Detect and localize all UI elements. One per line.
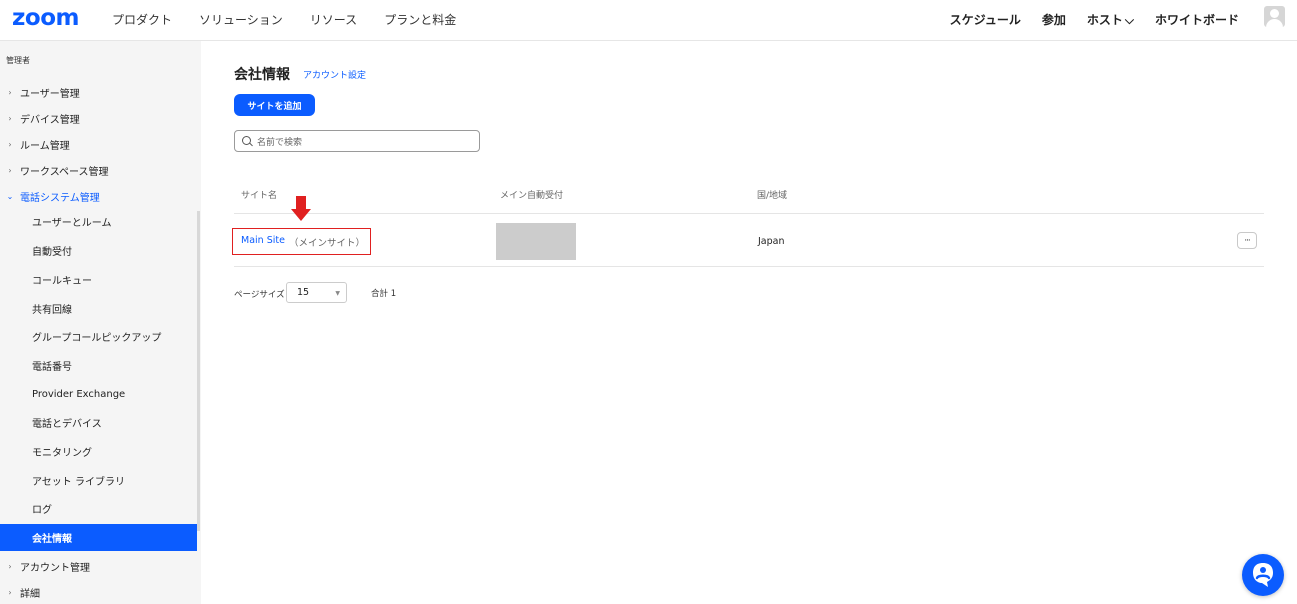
sidebar-heading: 管理者 — [6, 56, 30, 65]
page-size-value: 15 — [297, 287, 310, 298]
chat-support-button[interactable] — [1242, 554, 1284, 596]
sidebar-sub-auto-receptionist[interactable]: 自動受付 — [0, 237, 197, 264]
secondary-nav: スケジュール 参加 ホスト ⌵ ホワイトボード — [950, 11, 1239, 28]
nav-join[interactable]: 参加 — [1042, 11, 1066, 28]
sidebar-scrollbar[interactable] — [197, 211, 200, 531]
chevron-down-icon: ⌄ — [6, 191, 14, 201]
chevron-right-icon: › — [8, 87, 12, 97]
chevron-right-icon: › — [8, 587, 12, 597]
sidebar-sub-group-call-pickup[interactable]: グループコールピックアップ — [0, 323, 197, 350]
primary-nav: プロダクト ソリューション リソース プランと料金 — [112, 11, 456, 28]
admin-sidebar: 管理者 › ユーザー管理 › デバイス管理 › ルーム管理 › ワークスペース管… — [0, 41, 201, 604]
sidebar-item-account-management[interactable]: › アカウント管理 — [0, 553, 197, 579]
chevron-right-icon: › — [8, 165, 12, 175]
sidebar-item-label: ユーザー管理 — [20, 88, 80, 100]
add-site-button[interactable]: サイトを追加 — [234, 94, 315, 116]
column-header-main-auto-receptionist: メイン自動受付 — [500, 191, 564, 201]
account-settings-link[interactable]: アカウント設定 — [303, 68, 366, 81]
main-site-tag: （メインサイト） — [289, 238, 366, 249]
nav-plans-pricing[interactable]: プランと料金 — [384, 11, 456, 28]
zoom-logo[interactable]: zoom — [12, 5, 79, 31]
nav-whiteboard[interactable]: ホワイトボード — [1155, 11, 1239, 28]
red-down-arrow-icon — [291, 196, 311, 221]
chevron-right-icon: › — [8, 561, 12, 571]
sidebar-sub-users-rooms[interactable]: ユーザーとルーム — [0, 208, 197, 235]
nav-host-label: ホスト — [1086, 13, 1123, 27]
table-header-divider — [234, 213, 1264, 214]
total-count: 合計 1 — [371, 289, 397, 299]
nav-products[interactable]: プロダクト — [112, 11, 172, 28]
nav-resources[interactable]: リソース — [310, 11, 357, 28]
sidebar-item-label: ルーム管理 — [20, 140, 70, 152]
chevron-right-icon: › — [8, 139, 12, 149]
sidebar-sub-company-info[interactable]: 会社情報 — [0, 524, 197, 551]
sidebar-sub-monitoring[interactable]: モニタリング — [0, 438, 197, 465]
sidebar-item-label: アカウント管理 — [20, 562, 90, 574]
sidebar-item-device-management[interactable]: › デバイス管理 — [0, 105, 197, 131]
table-row-divider — [234, 266, 1264, 267]
sidebar-sub-phone-numbers[interactable]: 電話番号 — [0, 352, 197, 379]
sidebar-sub-logs[interactable]: ログ — [0, 495, 197, 522]
sidebar-item-label: デバイス管理 — [20, 114, 80, 126]
column-header-site-name: サイト名 — [241, 191, 278, 201]
sidebar-item-room-management[interactable]: › ルーム管理 — [0, 131, 197, 157]
sidebar-item-label: 詳細 — [20, 588, 40, 600]
sidebar-item-user-management[interactable]: › ユーザー管理 — [0, 79, 197, 105]
nav-schedule[interactable]: スケジュール — [950, 11, 1021, 28]
chat-bot-icon — [1253, 563, 1273, 587]
search-input[interactable]: 名前で検索 — [234, 130, 480, 152]
auto-receptionist-redacted — [496, 223, 576, 260]
caret-down-icon: ▼ — [335, 290, 340, 297]
search-placeholder: 名前で検索 — [257, 137, 303, 148]
site-country: Japan — [758, 236, 785, 247]
sidebar-item-details[interactable]: › 詳細 — [0, 579, 197, 604]
nav-solutions[interactable]: ソリューション — [199, 11, 283, 28]
page-size-label: ページサイズ — [234, 290, 285, 300]
page-title: 会社情報 — [234, 67, 290, 83]
sidebar-item-label: ワークスペース管理 — [20, 166, 109, 178]
sidebar-sub-provider-exchange[interactable]: Provider Exchange — [0, 381, 197, 408]
sidebar-item-workspace-management[interactable]: › ワークスペース管理 — [0, 157, 197, 183]
top-navigation: zoom プロダクト ソリューション リソース プランと料金 スケジュール 参加… — [0, 0, 1297, 41]
sidebar-item-phone-system[interactable]: ⌄ 電話システム管理 — [0, 183, 197, 209]
chevron-down-icon: ⌵ — [1124, 13, 1134, 27]
sidebar-sub-asset-library[interactable]: アセット ライブラリ — [0, 467, 197, 494]
sidebar-sub-call-queue[interactable]: コールキュー — [0, 266, 197, 293]
user-avatar-icon[interactable] — [1264, 6, 1285, 27]
more-options-button[interactable]: ··· — [1237, 232, 1257, 249]
sidebar-item-label: 電話システム管理 — [20, 192, 100, 204]
column-header-country: 国/地域 — [757, 191, 788, 201]
search-icon — [242, 135, 253, 147]
nav-host[interactable]: ホスト ⌵ — [1087, 11, 1134, 28]
sidebar-sub-shared-lines[interactable]: 共有回線 — [0, 295, 197, 322]
site-name-link[interactable]: Main Site — [241, 235, 285, 246]
chevron-right-icon: › — [8, 113, 12, 123]
page-size-select[interactable]: 15 ▼ — [286, 282, 347, 303]
sidebar-sub-phones-devices[interactable]: 電話とデバイス — [0, 409, 197, 436]
